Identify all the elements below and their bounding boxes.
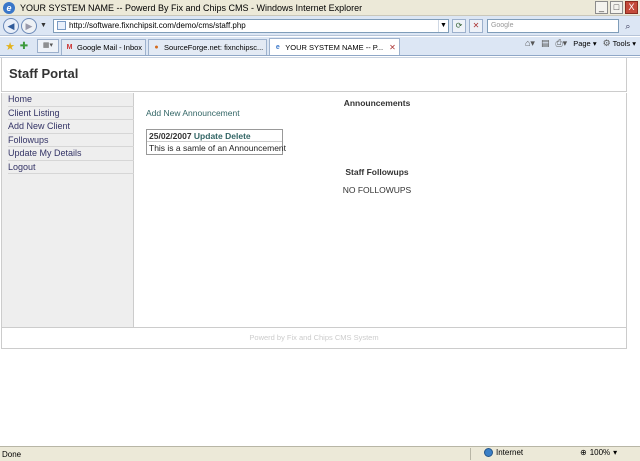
- quick-tabs-button[interactable]: ▦▾: [37, 39, 59, 53]
- address-url[interactable]: http://software.fixnchipsit.com/demo/cms…: [69, 21, 246, 30]
- tab-staff-portal[interactable]: e YOUR SYSTEM NAME -- P... ✕: [269, 38, 400, 55]
- tab-sourceforge[interactable]: ● SourceForge.net: fixnchipsc...: [148, 39, 268, 55]
- zone-label: Internet: [496, 448, 524, 457]
- page-menu-label: Page: [573, 39, 591, 48]
- stop-button[interactable]: ✕: [468, 18, 483, 33]
- back-button[interactable]: ◀: [3, 17, 19, 34]
- gmail-icon: M: [66, 44, 73, 51]
- no-followups-message: NO FOLLOWUPS: [342, 185, 412, 195]
- page-footer: Powerd by Fix and Chips CMS System: [1, 327, 627, 349]
- close-tab-icon[interactable]: ✕: [389, 40, 396, 55]
- announcement-card: 25/02/2007 Update Delete This is a samle…: [146, 129, 287, 155]
- add-favorites-icon[interactable]: ✚: [17, 39, 31, 55]
- globe-icon: [484, 448, 493, 457]
- update-announcement-link[interactable]: Update: [194, 131, 223, 141]
- tab-gmail[interactable]: M Google Mail - Inbox: [61, 39, 147, 55]
- tab-bar: ★ ✚ ▦▾ M Google Mail - Inbox ● SourceFor…: [0, 37, 640, 56]
- search-input[interactable]: Google: [486, 18, 619, 33]
- close-button[interactable]: X: [625, 1, 638, 14]
- forward-button[interactable]: ▶: [21, 17, 37, 34]
- tab-label: Google Mail - Inbox: [77, 43, 143, 52]
- ie-page-icon: e: [275, 43, 280, 51]
- favorites-star-icon[interactable]: ★: [3, 39, 17, 55]
- zoom-control[interactable]: ⊕ 100% ▾: [580, 448, 617, 457]
- sidebar-item-logout[interactable]: Logout: [8, 161, 134, 174]
- tools-menu[interactable]: ⚙ Tools ▾: [603, 38, 636, 49]
- sidebar-item-client-listing[interactable]: Client Listing: [8, 107, 134, 120]
- navigation-bar: ◀ ▶ ▼ http://software.fixnchipsit.com/de…: [0, 16, 640, 36]
- announcement-header: 25/02/2007 Update Delete: [147, 130, 282, 142]
- ie-logo-icon: e: [3, 1, 15, 14]
- sidebar-item-followups[interactable]: Followups: [8, 134, 134, 147]
- page-icon: [56, 21, 66, 30]
- sidebar-item-home[interactable]: Home: [8, 93, 134, 107]
- window-controls: _ □ X: [595, 1, 638, 14]
- refresh-button[interactable]: ⟳: [451, 18, 466, 33]
- sidebar: Home Client Listing Add New Client Follo…: [1, 93, 134, 327]
- tab-label: SourceForge.net: fixnchipsc...: [164, 43, 264, 52]
- restore-button[interactable]: □: [610, 1, 623, 14]
- tab-label: YOUR SYSTEM NAME -- P...: [285, 42, 384, 52]
- command-bar: ⌂▾ ▤ ⎙▾ Page ▾ ⚙ Tools ▾: [525, 38, 636, 49]
- sidebar-item-add-new-client[interactable]: Add New Client: [8, 120, 134, 134]
- followups-heading: Staff Followups: [345, 167, 409, 177]
- page-viewport: Staff Portal Home Client Listing Add New…: [0, 57, 640, 445]
- sourceforge-icon: ●: [154, 44, 159, 51]
- page-title: Staff Portal: [9, 66, 79, 81]
- history-dropdown-icon[interactable]: ▼: [40, 22, 47, 29]
- status-text: Done: [2, 449, 22, 459]
- status-divider: [470, 448, 471, 460]
- tools-menu-label: Tools: [612, 39, 631, 48]
- home-icon[interactable]: ⌂▾: [525, 38, 535, 49]
- sidebar-item-update-my-details[interactable]: Update My Details: [8, 147, 134, 161]
- delete-announcement-link[interactable]: Delete: [225, 131, 251, 141]
- zoom-level: 100%: [589, 448, 611, 457]
- announcement-date: 25/02/2007: [149, 131, 192, 141]
- feeds-icon[interactable]: ▤: [541, 38, 550, 49]
- zoom-icon: ⊕: [580, 448, 587, 457]
- portal-header: Staff Portal: [1, 58, 627, 92]
- window-title-bar: e YOUR SYSTEM NAME -- Powerd By Fix and …: [0, 0, 640, 16]
- announcement-text: This is a samle of an Announcement: [149, 143, 287, 153]
- address-dropdown-icon[interactable]: ▼: [437, 19, 448, 32]
- announcements-heading: Announcements: [343, 98, 411, 108]
- status-bar: Done Internet ⊕ 100% ▾: [0, 446, 640, 461]
- main-content: Announcements Add New Announcement 25/02…: [135, 93, 627, 327]
- security-zone[interactable]: Internet: [484, 448, 523, 457]
- gear-icon: ⚙: [602, 38, 611, 48]
- search-icon[interactable]: ⌕: [621, 19, 635, 33]
- chevron-down-icon: ▾: [613, 448, 618, 457]
- add-announcement-link[interactable]: Add New Announcement: [146, 108, 240, 118]
- page-menu[interactable]: Page ▾: [573, 39, 596, 48]
- print-icon[interactable]: ⎙▾: [555, 38, 567, 49]
- window-title: YOUR SYSTEM NAME -- Powerd By Fix and Ch…: [20, 2, 363, 13]
- address-bar[interactable]: http://software.fixnchipsit.com/demo/cms…: [52, 18, 449, 33]
- minimize-button[interactable]: _: [595, 1, 608, 14]
